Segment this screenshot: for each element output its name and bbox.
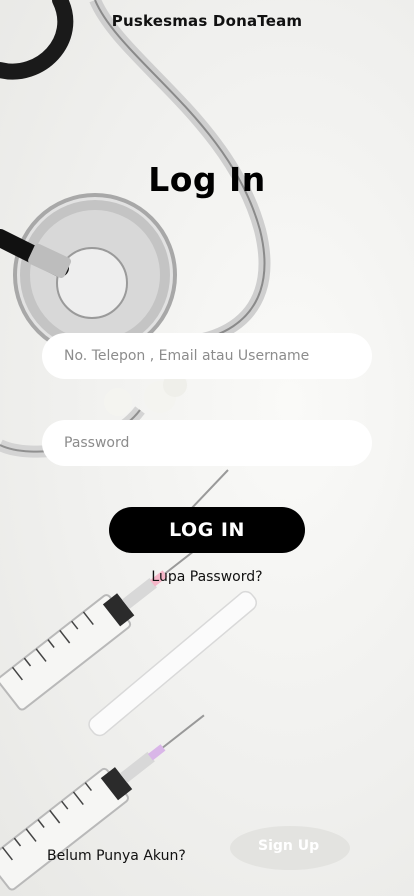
sign-up-link[interactable]: Sign Up <box>258 838 319 854</box>
password-input[interactable] <box>42 420 372 466</box>
no-account-text: Belum Punya Akun? <box>47 848 186 864</box>
login-button[interactable]: LOG IN <box>109 507 305 553</box>
app-title: Puskesmas DonaTeam <box>111 12 303 30</box>
login-heading: Log In <box>148 160 266 199</box>
identifier-input[interactable] <box>42 333 372 379</box>
forgot-password-link[interactable]: Lupa Password? <box>0 569 414 585</box>
